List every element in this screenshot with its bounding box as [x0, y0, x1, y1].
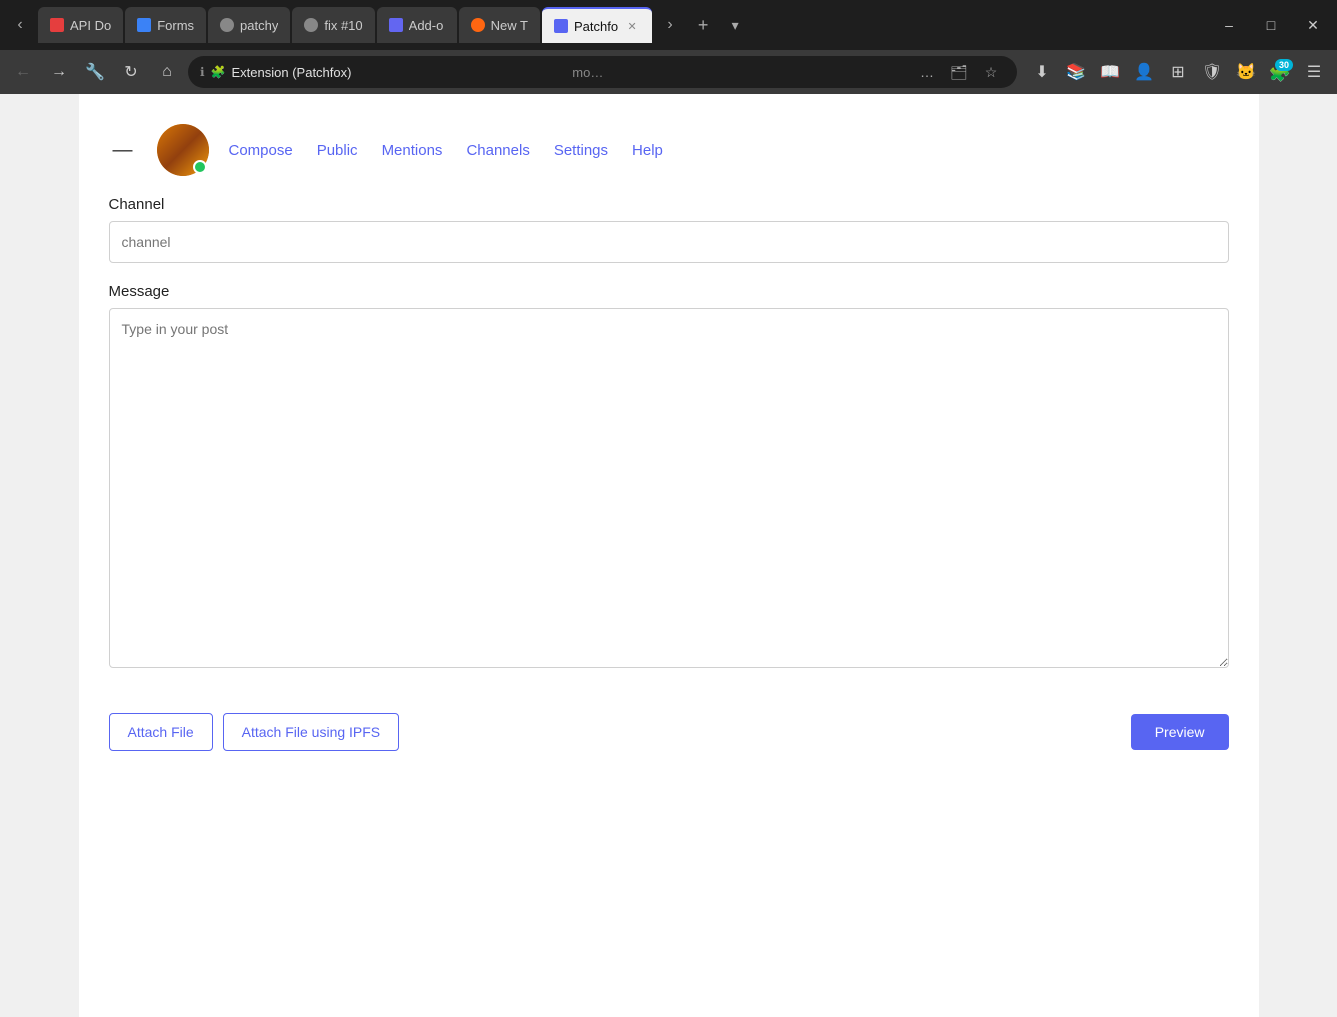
extensions-btn[interactable]: 🧩 30 [1265, 57, 1295, 87]
preview-button[interactable]: Preview [1131, 714, 1229, 750]
maximize-button[interactable]: □ [1251, 10, 1291, 40]
tab-favicon-addon [389, 18, 403, 32]
grid-btn[interactable]: ⊞ [1163, 57, 1193, 87]
form-actions: Attach File Attach File using IPFS Previ… [109, 713, 1229, 751]
address-bar: ← → 🔧 ↻ ⌂ ℹ 🧩 Extension (Patchfox) mo… …… [0, 50, 1337, 94]
tab-back-btn[interactable]: ‹ [4, 9, 36, 41]
compose-form: Channel Message [109, 196, 1229, 693]
tab-title-patchy: patchy [240, 18, 278, 33]
nav-help[interactable]: Help [632, 142, 663, 159]
attach-buttons: Attach File Attach File using IPFS [109, 713, 400, 751]
tab-fix10[interactable]: fix #10 [292, 7, 374, 43]
tab-forward-nav-btn[interactable]: › [654, 9, 686, 41]
nav-channels[interactable]: Channels [466, 142, 529, 159]
tab-favicon-fix10 [304, 18, 318, 32]
page-content: — Compose Public Mentions Channels Setti… [0, 94, 1337, 1017]
extension-icon: 🧩 [211, 65, 226, 79]
minimize-button[interactable]: – [1209, 10, 1249, 40]
tab-title-patchfox: Patchfo [574, 19, 618, 34]
attach-ipfs-button[interactable]: Attach File using IPFS [223, 713, 400, 751]
tab-title-addon: Add-o [409, 18, 445, 33]
address-actions: … 🗂 ☆ [913, 58, 1005, 86]
tab-new[interactable]: New T [459, 7, 540, 43]
tab-favicon-patchy [220, 18, 234, 32]
more-btn[interactable]: … [913, 58, 941, 86]
tab-favicon-forms [137, 18, 151, 32]
menu-btn[interactable]: ☰ [1299, 57, 1329, 87]
message-label: Message [109, 283, 1229, 300]
collapse-button[interactable]: — [109, 135, 137, 166]
extensions-badge: 30 [1275, 59, 1293, 71]
back-button[interactable]: ← [8, 57, 38, 87]
pocket-btn[interactable]: 🗂 [945, 58, 973, 86]
reload-button[interactable]: ↻ [116, 57, 146, 87]
forward-button[interactable]: → [44, 57, 74, 87]
reader-btn[interactable]: 📖 [1095, 57, 1125, 87]
tab-patchy[interactable]: patchy [208, 7, 290, 43]
tab-title-new: New T [491, 18, 528, 33]
address-input-wrap[interactable]: ℹ 🧩 Extension (Patchfox) mo… … 🗂 ☆ [188, 56, 1017, 88]
tab-patchfox[interactable]: Patchfo ✕ [542, 7, 652, 43]
app-container: — Compose Public Mentions Channels Setti… [79, 94, 1259, 1017]
close-button[interactable]: ✕ [1293, 10, 1333, 40]
tab-api-doc[interactable]: API Do [38, 7, 123, 43]
profile-btn[interactable]: 👤 [1129, 57, 1159, 87]
toolbar-right: ⬇ 📚 📖 👤 ⊞ 🛡 🐱 🧩 30 ☰ [1027, 57, 1329, 87]
nav-links: Compose Public Mentions Channels Setting… [229, 142, 663, 159]
avatar-wrap [157, 124, 209, 176]
tab-addon[interactable]: Add-o [377, 7, 457, 43]
app-header: — Compose Public Mentions Channels Setti… [109, 114, 1229, 196]
security-icon: ℹ [200, 65, 205, 79]
address-url: Extension (Patchfox) [232, 65, 567, 80]
download-btn[interactable]: ⬇ [1027, 57, 1057, 87]
tab-favicon-api-doc [50, 18, 64, 32]
tab-forms[interactable]: Forms [125, 7, 206, 43]
tab-bar: ‹ API Do Forms patchy fix #10 Add-o New … [0, 0, 1337, 50]
address-url-extra: mo… [572, 65, 907, 80]
tab-favicon-new [471, 18, 485, 32]
nav-mentions[interactable]: Mentions [382, 142, 443, 159]
bookmarks-btn[interactable]: 📚 [1061, 57, 1091, 87]
tab-favicon-patchfox [554, 19, 568, 33]
nav-settings[interactable]: Settings [554, 142, 608, 159]
cat-btn[interactable]: 🐱 [1231, 57, 1261, 87]
tab-title-api-doc: API Do [70, 18, 111, 33]
channel-input[interactable] [109, 221, 1229, 263]
channel-label: Channel [109, 196, 1229, 213]
browser-chrome: ‹ API Do Forms patchy fix #10 Add-o New … [0, 0, 1337, 94]
attach-file-button[interactable]: Attach File [109, 713, 213, 751]
home-button[interactable]: ⌂ [152, 57, 182, 87]
tab-list-chevron[interactable]: ▾ [720, 10, 750, 40]
shield-btn[interactable]: 🛡 [1197, 57, 1227, 87]
nav-compose[interactable]: Compose [229, 142, 293, 159]
tab-title-fix10: fix #10 [324, 18, 362, 33]
bookmark-btn[interactable]: ☆ [977, 58, 1005, 86]
new-tab-button[interactable]: + [688, 10, 718, 40]
tab-close-patchfox[interactable]: ✕ [624, 18, 640, 34]
tools-button[interactable]: 🔧 [80, 57, 110, 87]
window-controls: – □ ✕ [1209, 10, 1333, 40]
online-indicator [193, 160, 207, 174]
message-textarea[interactable] [109, 308, 1229, 668]
tab-title-forms: Forms [157, 18, 194, 33]
nav-public[interactable]: Public [317, 142, 358, 159]
